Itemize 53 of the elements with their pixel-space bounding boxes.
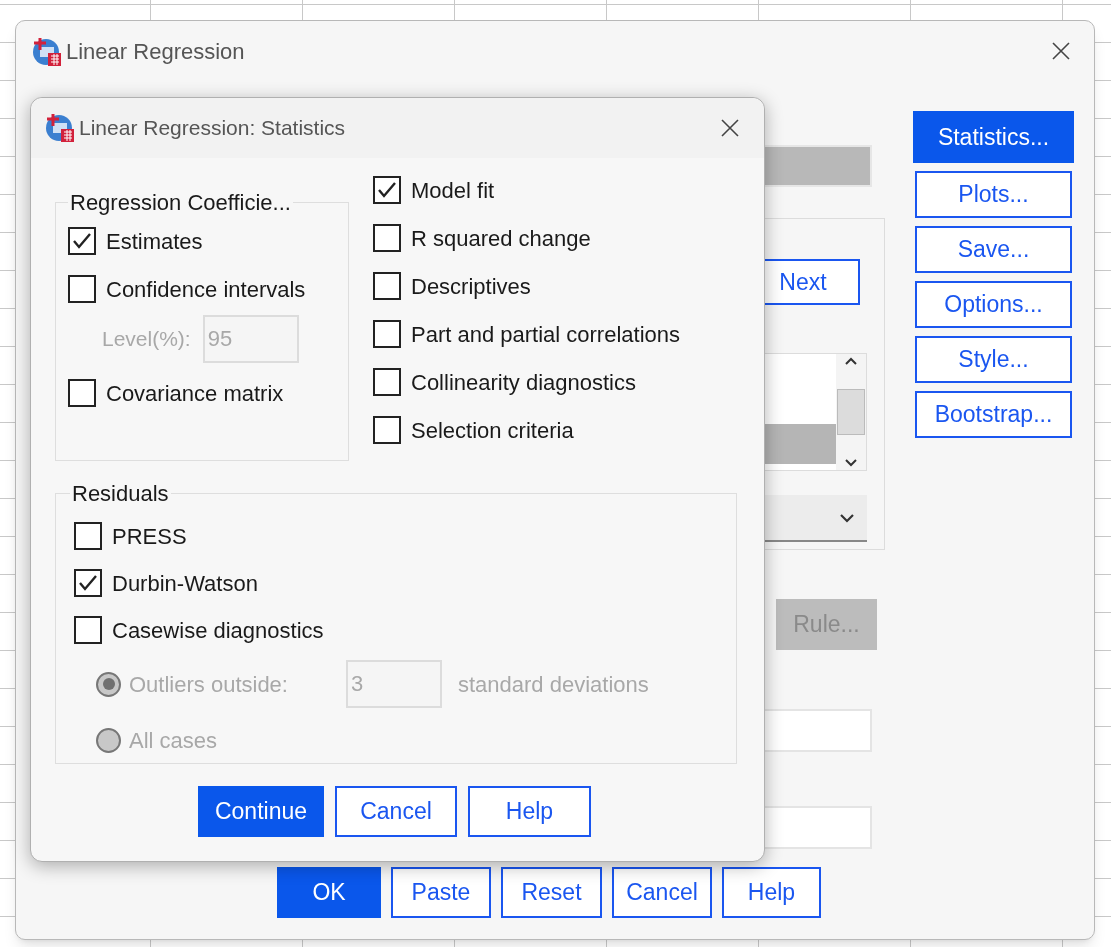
- checkbox-label[interactable]: Collinearity diagnostics: [411, 365, 636, 399]
- checkbox[interactable]: [373, 272, 401, 300]
- chevron-down-icon: [839, 512, 855, 523]
- button[interactable]: Help: [722, 867, 821, 918]
- scrollbar[interactable]: [836, 354, 866, 470]
- scroll-thumb[interactable]: [837, 389, 865, 435]
- checkbox-label[interactable]: Model fit: [411, 173, 495, 207]
- checkbox-label[interactable]: Estimates: [106, 224, 203, 258]
- field-label: Level(%):: [102, 326, 191, 353]
- button[interactable]: Statistics...: [913, 111, 1074, 163]
- scroll-down-icon[interactable]: [844, 458, 858, 468]
- checkbox[interactable]: [74, 522, 102, 550]
- checkbox-label[interactable]: PRESS: [112, 519, 187, 553]
- button[interactable]: Save...: [915, 226, 1072, 273]
- button[interactable]: Bootstrap...: [915, 391, 1072, 438]
- scroll-up-icon[interactable]: [844, 356, 858, 366]
- button[interactable]: Paste: [391, 867, 491, 918]
- button[interactable]: Help: [468, 786, 591, 837]
- checkbox[interactable]: [74, 616, 102, 644]
- checkbox[interactable]: [68, 379, 96, 407]
- close-icon[interactable]: [1051, 41, 1071, 61]
- checkbox-label[interactable]: Confidence intervals: [106, 272, 306, 306]
- close-icon[interactable]: [720, 118, 740, 138]
- checkbox-label[interactable]: Covariance matrix: [106, 376, 284, 410]
- window-title: Linear Regression: [66, 38, 245, 66]
- checkbox-label[interactable]: R squared change: [411, 221, 591, 255]
- button[interactable]: OK: [277, 867, 381, 918]
- group-title: Regression Coefficie...: [69, 189, 292, 217]
- checkbox[interactable]: [74, 569, 102, 597]
- app-icon: [45, 112, 77, 144]
- checkbox[interactable]: [68, 227, 96, 255]
- dialog-title: Linear Regression: Statistics: [79, 115, 347, 142]
- button[interactable]: Options...: [915, 281, 1072, 328]
- checkbox-label[interactable]: Durbin-Watson: [112, 566, 258, 600]
- checkbox-label[interactable]: Casewise diagnostics: [112, 613, 324, 647]
- checkbox-label[interactable]: Part and partial correlations: [411, 317, 681, 351]
- checkbox[interactable]: [373, 176, 401, 204]
- group-title: Residuals: [71, 480, 170, 508]
- button[interactable]: Cancel: [612, 867, 712, 918]
- button[interactable]: Continue: [198, 786, 324, 837]
- checkbox[interactable]: [373, 224, 401, 252]
- button[interactable]: Style...: [915, 336, 1072, 383]
- button[interactable]: Plots...: [915, 171, 1072, 218]
- checkbox[interactable]: [373, 368, 401, 396]
- checkbox-label[interactable]: Selection criteria: [411, 413, 574, 447]
- checkbox[interactable]: [68, 275, 96, 303]
- checkbox-label[interactable]: Descriptives: [411, 269, 531, 303]
- checkbox[interactable]: [373, 416, 401, 444]
- field-label: standard deviations: [457, 670, 649, 699]
- checkbox[interactable]: [373, 320, 401, 348]
- button[interactable]: Reset: [501, 867, 602, 918]
- button[interactable]: Cancel: [335, 786, 457, 837]
- app-icon: [32, 35, 64, 68]
